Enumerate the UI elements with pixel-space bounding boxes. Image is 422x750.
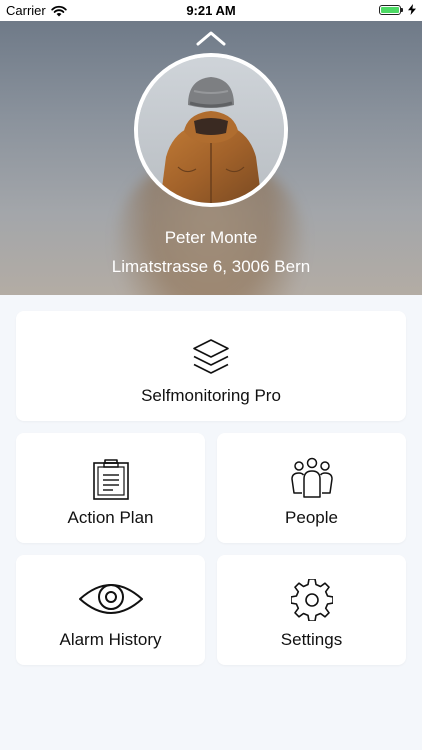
chevron-up-icon[interactable] bbox=[196, 29, 226, 47]
action-plan-label: Action Plan bbox=[67, 508, 154, 527]
user-name: Peter Monte bbox=[164, 228, 258, 247]
people-icon bbox=[290, 457, 333, 498]
layers-icon bbox=[193, 339, 229, 374]
selfmonitoring-pro-label: Selfmonitoring Pro bbox=[141, 386, 281, 405]
settings-label: Settings bbox=[280, 630, 343, 649]
alarm-history-tile[interactable]: Alarm History bbox=[16, 555, 205, 665]
eye-icon bbox=[78, 584, 143, 614]
action-plan-tile[interactable]: Action Plan bbox=[16, 433, 205, 543]
people-label: People bbox=[285, 508, 338, 527]
clipboard-icon bbox=[92, 459, 129, 500]
avatar-photo bbox=[138, 57, 284, 203]
charging-bolt-icon bbox=[408, 4, 416, 15]
people-tile[interactable]: People bbox=[217, 433, 406, 543]
avatar[interactable] bbox=[134, 53, 288, 207]
profile-header: Peter Monte Limatstrasse 6, 3006 Bern bbox=[0, 21, 422, 295]
status-right bbox=[379, 4, 416, 15]
status-time: 9:21 AM bbox=[186, 3, 236, 18]
gear-icon bbox=[290, 579, 333, 621]
settings-tile[interactable]: Settings bbox=[217, 555, 406, 665]
battery-icon bbox=[379, 4, 403, 15]
battery-fill bbox=[381, 6, 399, 13]
alarm-history-label: Alarm History bbox=[59, 630, 162, 649]
status-bar: Carrier 9:21 AM bbox=[0, 0, 422, 21]
user-address: Limatstrasse 6, 3006 Bern bbox=[111, 257, 311, 276]
selfmonitoring-pro-tile[interactable]: Selfmonitoring Pro bbox=[16, 311, 406, 421]
